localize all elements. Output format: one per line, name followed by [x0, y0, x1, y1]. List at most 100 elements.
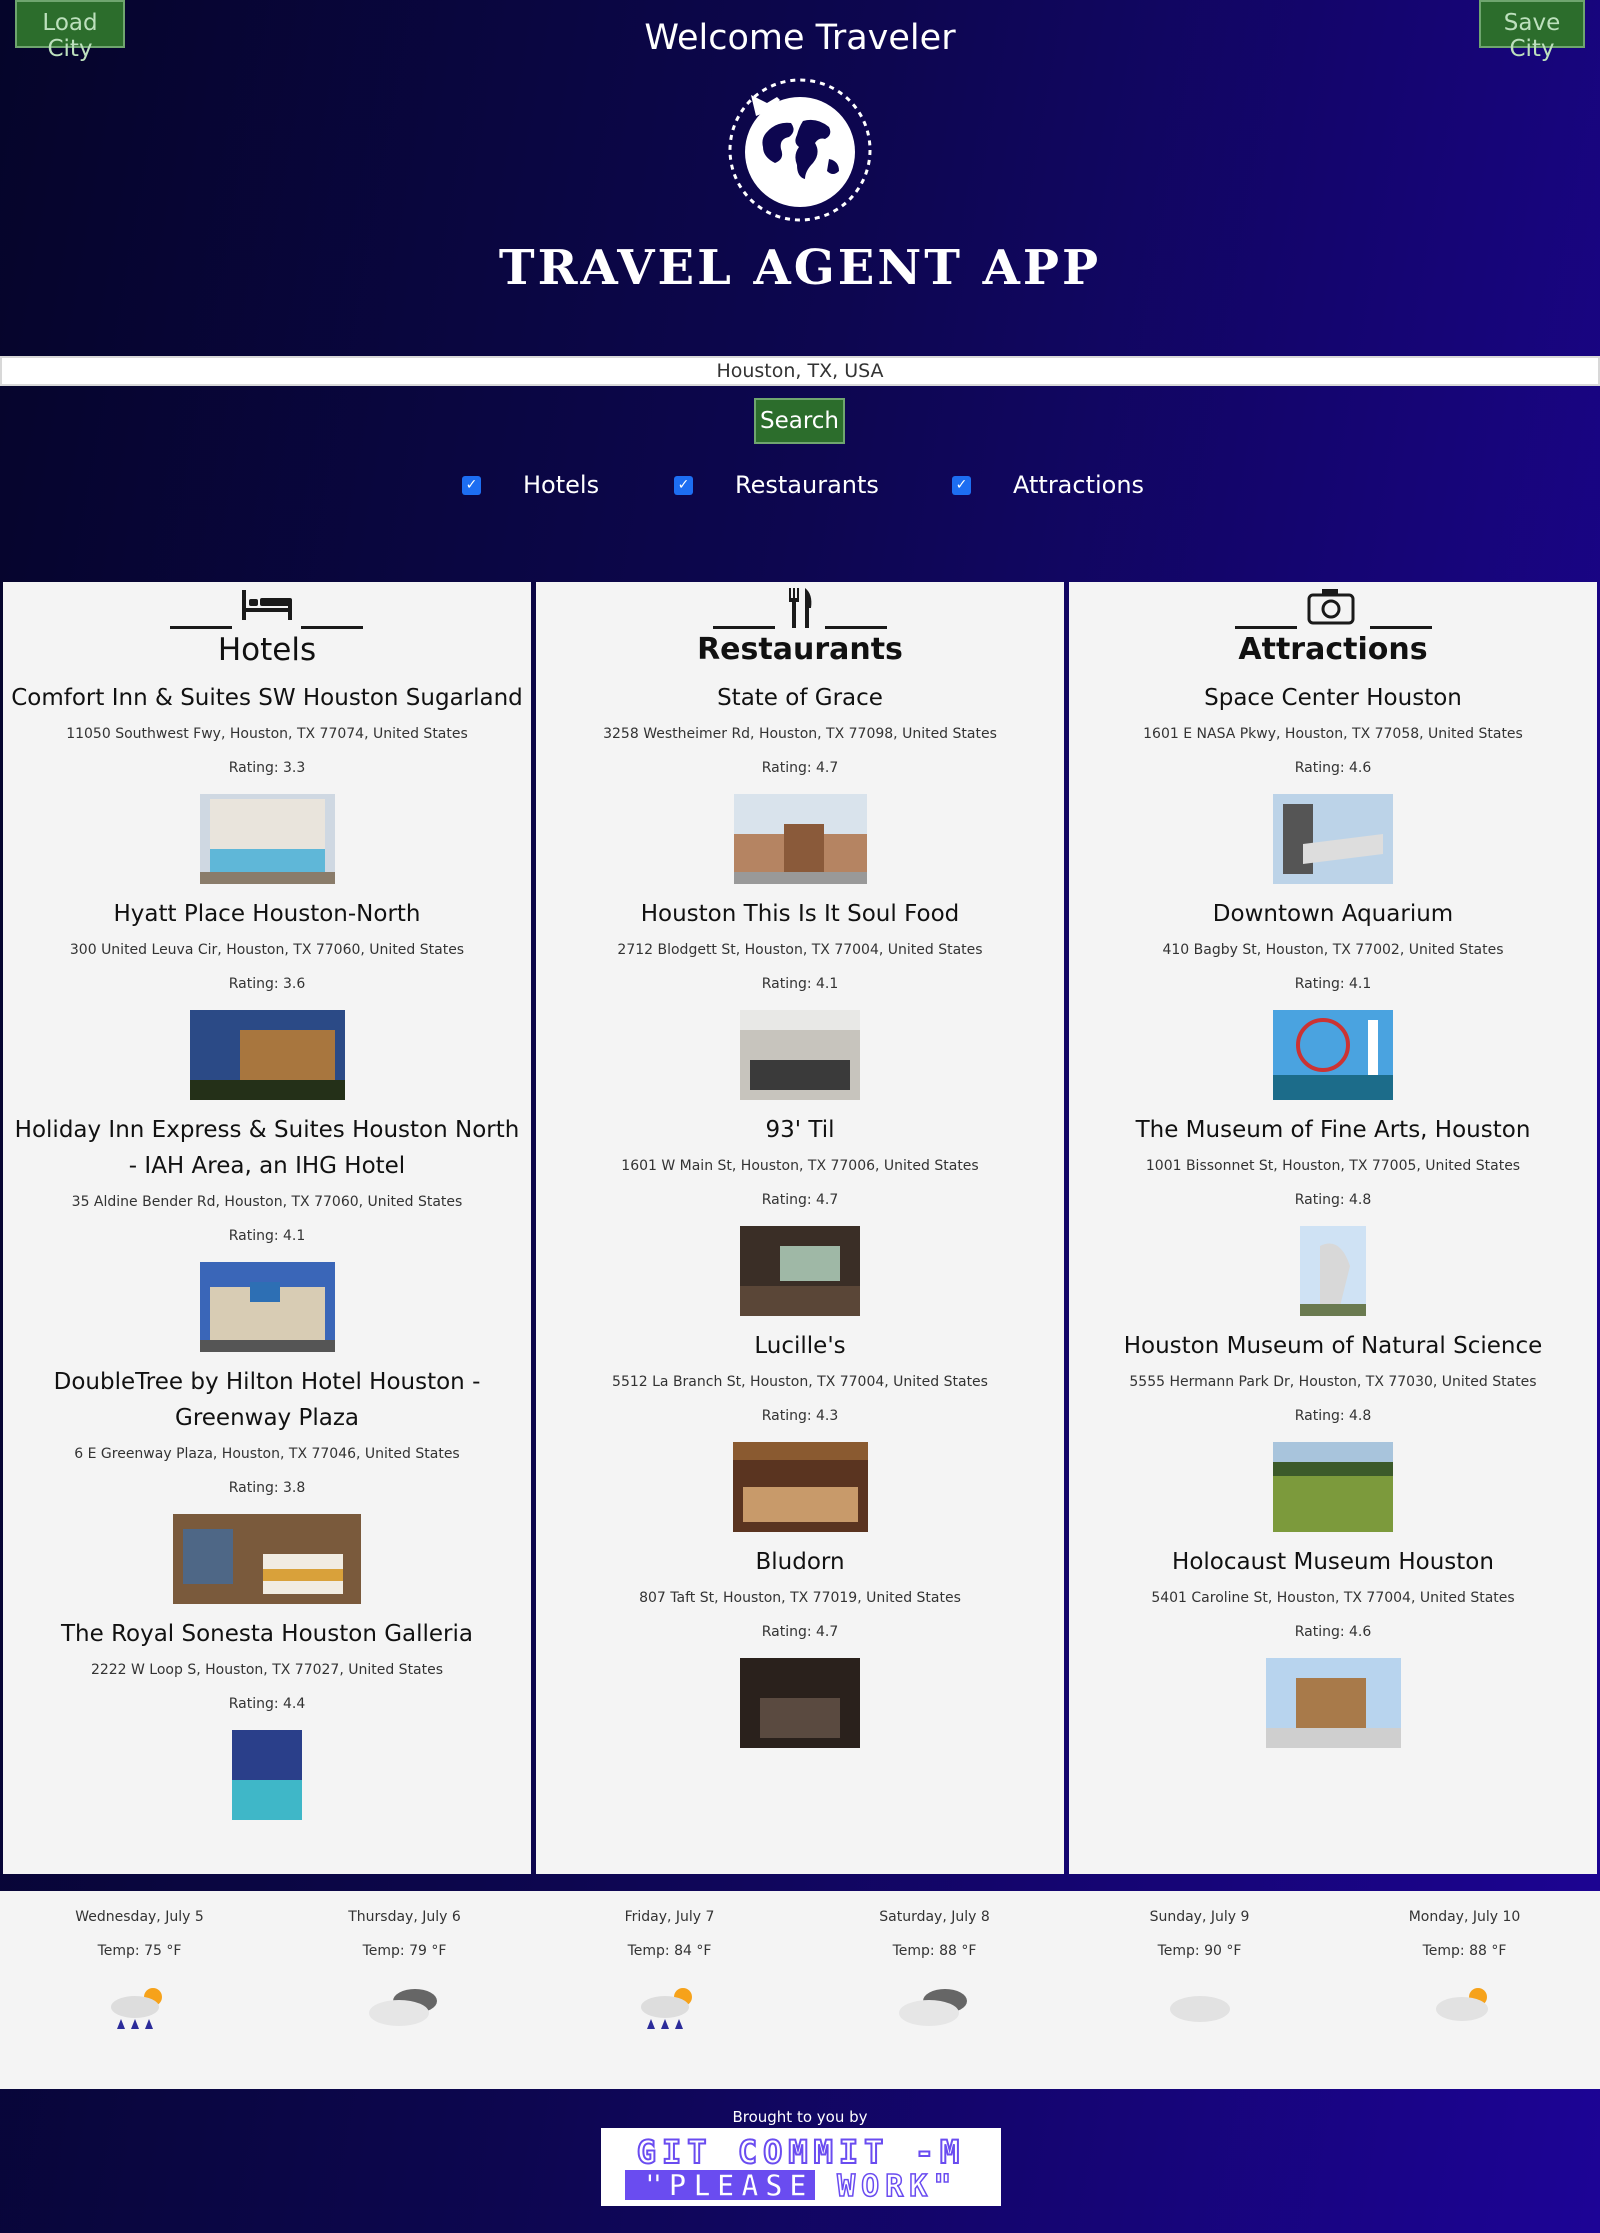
forecast-day: Wednesday, July 5 Temp: 75 °F [7, 1891, 272, 2041]
forecast-temp: Temp: 75 °F [97, 1943, 182, 1959]
place-rating: Rating: 4.7 [761, 1624, 839, 1640]
attractions-column: Attractions Space Center Houston 1601 E … [1069, 582, 1597, 1874]
place-name[interactable]: Downtown Aquarium [1069, 896, 1597, 932]
forecast-temp: Temp: 79 °F [362, 1943, 447, 1959]
place-rating: Rating: 4.1 [1294, 976, 1372, 992]
globe-plane-icon [728, 78, 872, 222]
list-item[interactable]: The Royal Sonesta Houston Galleria 2222 … [3, 1616, 531, 1820]
attractions-title: Attractions [1238, 632, 1428, 667]
place-address: 5512 La Branch St, Houston, TX 77004, Un… [612, 1374, 988, 1390]
restaurant-photo [740, 1010, 860, 1100]
restaurants-checkbox[interactable]: ✓ [674, 475, 693, 495]
list-item[interactable]: Space Center Houston 1601 E NASA Pkwy, H… [1069, 680, 1597, 884]
place-name[interactable]: DoubleTree by Hilton Hotel Houston - Gre… [3, 1364, 531, 1436]
forecast-date: Thursday, July 6 [348, 1909, 461, 1925]
list-item[interactable]: Downtown Aquarium 410 Bagby St, Houston,… [1069, 896, 1597, 1100]
weather-forecast: Wednesday, July 5 Temp: 75 °F Thursday, … [0, 1891, 1600, 2089]
filter-label: Hotels [523, 471, 600, 499]
divider [1370, 626, 1432, 629]
place-address: 2222 W Loop S, Houston, TX 77027, United… [90, 1662, 444, 1678]
forecast-date: Friday, July 7 [624, 1909, 715, 1925]
forecast-temp: Temp: 88 °F [892, 1943, 977, 1959]
hotel-photo [199, 1262, 335, 1352]
restaurants-title: Restaurants [697, 632, 903, 667]
rain-sun-icon [110, 1988, 162, 2029]
filter-attractions[interactable]: ✓ Attractions [952, 471, 1144, 499]
cloud-icon [1169, 1996, 1230, 2022]
search-button[interactable]: Search [754, 398, 845, 444]
list-item[interactable]: Houston This Is It Soul Food 2712 Blodge… [536, 896, 1064, 1100]
place-rating: Rating: 4.1 [761, 976, 839, 992]
place-address: 410 Bagby St, Houston, TX 77002, United … [1162, 942, 1504, 958]
filter-label: Restaurants [735, 471, 879, 499]
place-rating: Rating: 4.7 [761, 1192, 839, 1208]
filter-restaurants[interactable]: ✓ Restaurants [674, 471, 879, 499]
bed-icon [242, 590, 292, 620]
place-name[interactable]: Bludorn [536, 1544, 1064, 1580]
list-item[interactable]: Holiday Inn Express & Suites Houston Nor… [3, 1112, 531, 1352]
place-name[interactable]: 93' Til [536, 1112, 1064, 1148]
filter-label: Attractions [1013, 471, 1145, 499]
place-address: 1001 Bissonnet St, Houston, TX 77005, Un… [1145, 1158, 1521, 1174]
place-rating: Rating: 4.6 [1294, 760, 1372, 776]
list-item[interactable]: Hyatt Place Houston-North 300 United Leu… [3, 896, 531, 1100]
list-item[interactable]: 93' Til 1601 W Main St, Houston, TX 7700… [536, 1112, 1064, 1316]
restaurant-photo [733, 794, 867, 884]
forecast-day: Friday, July 7 Temp: 84 °F [537, 1891, 802, 2041]
category-filters: ✓ Hotels ✓ Restaurants ✓ Attractions [0, 471, 1600, 507]
list-item[interactable]: Comfort Inn & Suites SW Houston Sugarlan… [3, 680, 531, 884]
hotel-photo [189, 1010, 345, 1100]
hotel-photo [199, 794, 335, 884]
place-name[interactable]: Comfort Inn & Suites SW Houston Sugarlan… [3, 680, 531, 716]
place-name[interactable]: Houston This Is It Soul Food [536, 896, 1064, 932]
forecast-temp: Temp: 90 °F [1157, 1943, 1242, 1959]
attraction-photo [1300, 1226, 1366, 1316]
forecast-day: Saturday, July 8 Temp: 88 °F [802, 1891, 1067, 2041]
filter-hotels[interactable]: ✓ Hotels [462, 471, 599, 499]
forecast-day: Sunday, July 9 Temp: 90 °F [1067, 1891, 1332, 2041]
credits-text: Brought to you by [732, 2108, 868, 2126]
place-rating: Rating: 3.6 [228, 976, 306, 992]
place-name[interactable]: Houston Museum of Natural Science [1069, 1328, 1597, 1364]
place-rating: Rating: 3.3 [228, 760, 306, 776]
attractions-checkbox[interactable]: ✓ [952, 475, 971, 495]
list-item[interactable]: State of Grace 3258 Westheimer Rd, Houst… [536, 680, 1064, 884]
list-item[interactable]: Holocaust Museum Houston 5401 Caroline S… [1069, 1544, 1597, 1748]
hotel-photo [232, 1730, 302, 1820]
hotel-photo [173, 1514, 361, 1604]
place-name[interactable]: State of Grace [536, 680, 1064, 716]
list-item[interactable]: The Museum of Fine Arts, Houston 1001 Bi… [1069, 1112, 1597, 1316]
divider [713, 626, 775, 629]
place-name[interactable]: Holiday Inn Express & Suites Houston Nor… [3, 1112, 531, 1184]
list-item[interactable]: Bludorn 807 Taft St, Houston, TX 77019, … [536, 1544, 1064, 1748]
place-rating: Rating: 4.8 [1294, 1408, 1372, 1424]
hotels-checkbox[interactable]: ✓ [462, 475, 481, 495]
city-search-input[interactable] [0, 356, 1600, 386]
place-name[interactable]: Lucille's [536, 1328, 1064, 1364]
welcome-heading: Welcome Traveler [644, 18, 956, 58]
place-address: 300 United Leuva Cir, Houston, TX 77060,… [69, 942, 465, 958]
list-item[interactable]: Houston Museum of Natural Science 5555 H… [1069, 1328, 1597, 1532]
cloudy-icon [898, 1989, 967, 2026]
place-address: 807 Taft St, Houston, TX 77019, United S… [639, 1590, 961, 1606]
place-name[interactable]: Space Center Houston [1069, 680, 1597, 716]
divider [1235, 626, 1297, 629]
forecast-date: Sunday, July 9 [1149, 1909, 1250, 1925]
place-rating: Rating: 4.7 [761, 760, 839, 776]
list-item[interactable]: DoubleTree by Hilton Hotel Houston - Gre… [3, 1364, 531, 1604]
divider [301, 626, 363, 629]
restaurant-photo [740, 1658, 860, 1748]
place-address: 5555 Hermann Park Dr, Houston, TX 77030,… [1129, 1374, 1537, 1390]
place-rating: Rating: 4.1 [228, 1228, 306, 1244]
place-name[interactable]: Hyatt Place Houston-North [3, 896, 531, 932]
place-rating: Rating: 4.8 [1294, 1192, 1372, 1208]
rain-sun-icon [640, 1988, 692, 2029]
place-name[interactable]: Holocaust Museum Houston [1069, 1544, 1597, 1580]
team-logo: GIT COMMIT -M "PLEASE WORK" [601, 2128, 1001, 2206]
place-address: 11050 Southwest Fwy, Houston, TX 77074, … [66, 726, 468, 742]
attraction-photo [1265, 1658, 1401, 1748]
place-name[interactable]: The Royal Sonesta Houston Galleria [3, 1616, 531, 1652]
place-name[interactable]: The Museum of Fine Arts, Houston [1069, 1112, 1597, 1148]
list-item[interactable]: Lucille's 5512 La Branch St, Houston, TX… [536, 1328, 1064, 1532]
place-address: 5401 Caroline St, Houston, TX 77004, Uni… [1151, 1590, 1515, 1606]
